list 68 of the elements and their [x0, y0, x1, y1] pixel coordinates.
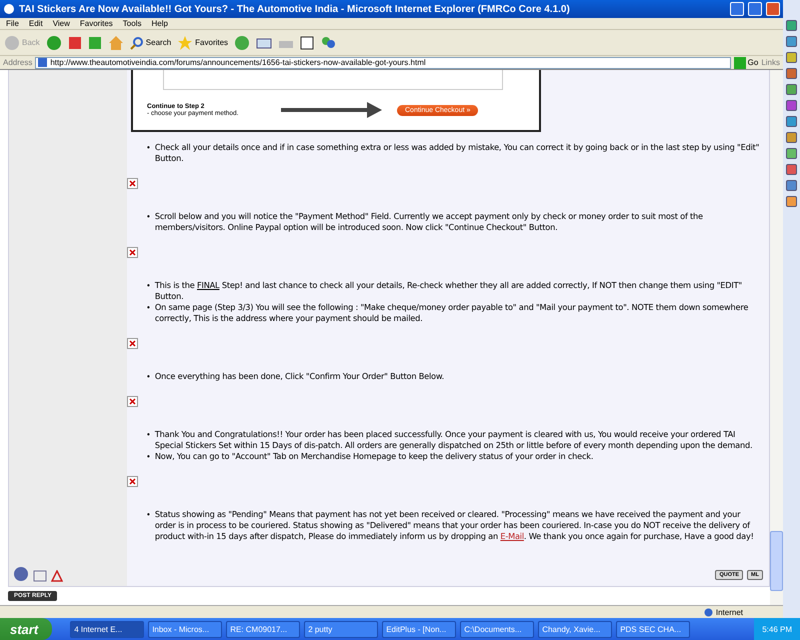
launcher-icon[interactable] — [786, 100, 797, 111]
email-link[interactable]: E-Mail — [500, 531, 524, 541]
menu-item[interactable]: View — [52, 19, 70, 28]
taskbar-button[interactable]: RE: CM09017... — [226, 620, 300, 638]
minimize-button[interactable] — [730, 2, 744, 16]
taskbar-button[interactable]: 4 Internet E... — [70, 620, 144, 638]
bullet-text: Check all your details once and if in case something extra or less was added by mistake, You can correct it by going back or in the last step by using "Edit" Button. — [154, 142, 760, 164]
bullet-text: This is the FINAL Step! and last chance to check all your details, Re-check whether they all are added correctly, If NOT then change them using "EDIT" Button. — [154, 280, 743, 302]
menu-item[interactable]: Help — [151, 19, 168, 28]
search-icon[interactable] — [130, 36, 144, 50]
maximize-button[interactable] — [748, 2, 762, 16]
bullet-marker: • — [147, 211, 150, 222]
address-label: Address — [3, 58, 32, 67]
toolbar-button[interactable]: Favorites — [177, 34, 228, 50]
menu-item[interactable]: File — [6, 19, 19, 28]
people-icon[interactable] — [320, 34, 336, 50]
menu-item[interactable]: Edit — [28, 19, 43, 28]
launcher-icon[interactable] — [786, 148, 797, 159]
close-button[interactable] — [766, 2, 780, 16]
bullet-text: Thank You and Congratulations!! Your order has been placed successfully. Once your payment is cleared with us, You would receive your ordered TAI Special Stickers Set within 15 Days of dis-patch. All orders are generally dispatched on 25th or little before of every month depending upon the demand. — [154, 429, 754, 451]
forward-icon[interactable] — [46, 34, 62, 50]
online-status-icon — [13, 566, 29, 582]
taskbar-button[interactable]: PDS SEC CHA... — [616, 620, 690, 638]
bullet-marker: • — [147, 371, 150, 382]
taskbar-button[interactable]: 2 putty — [304, 620, 378, 638]
taskbar-button[interactable]: Chandy, Xavie... — [538, 620, 612, 638]
start-button[interactable]: start — [0, 618, 52, 640]
launcher-icon[interactable] — [786, 132, 797, 143]
launcher-icon[interactable] — [786, 116, 797, 127]
links-label[interactable]: Links — [761, 58, 780, 67]
launcher-icon[interactable] — [786, 180, 797, 191]
bullet-marker: • — [147, 451, 150, 462]
launcher-icon[interactable] — [786, 84, 797, 95]
launcher-icon[interactable] — [786, 20, 797, 31]
address-field[interactable]: http://www.theautomotiveindia.com/forums/announcements/1656-tai-stickers-now-available-got-yours.html — [35, 56, 731, 68]
bullet-text: Status showing as "Pending" Means that payment has not yet been received or cleared. "Processing" means we have received the payment and your order is in process to be couriered. Status showing as "Delivered" means that your order has been couriered. In-case you do NOT receive the delivery of product with-in 15 days after dispatch, Please do immediately inform us by dropping an E-Mail. We thank you once again for purchase, Have a good day! — [154, 509, 755, 542]
bullet-marker: • — [147, 509, 150, 520]
launcher-icon[interactable] — [786, 52, 797, 63]
launcher-icon[interactable] — [786, 36, 797, 47]
page-icon — [38, 58, 48, 67]
arrow-icon — [281, 102, 383, 118]
menu-item[interactable]: Favorites — [80, 19, 113, 28]
bullet-marker: • — [147, 429, 150, 440]
warning-icon[interactable] — [51, 570, 63, 582]
zone-label: Internet — [716, 608, 743, 616]
launcher-icon[interactable] — [786, 164, 797, 175]
bullet-marker: • — [147, 302, 150, 313]
bullet-marker: • — [147, 142, 150, 153]
scroll-thumb[interactable] — [770, 531, 783, 591]
scrollbar[interactable] — [770, 70, 783, 605]
taskbar-button[interactable]: C:\Documents... — [460, 620, 534, 638]
bullet-text: Now, You can go to "Account" Tab on Merchandise Homepage to keep the delivery status of your order in check. — [154, 451, 594, 462]
toolbar-button[interactable]: Search — [130, 36, 172, 50]
bullet-text: On same page (Step 3/3) You will see the following : "Make cheque/money order payable to" and "Mail your payment to". NOTE them down somewhere correctly, This is the address where your payment should be mailed. — [154, 302, 750, 324]
bullet-text: Scroll below and you will notice the "Payment Method" Field. Currently we accept payment only by check or money order to suit most of the members/visitors. Online Paypal option will be introduced soon. Now click "Continue Checkout" Button. — [154, 211, 704, 233]
clock: 5:46 PM — [762, 624, 792, 634]
launcher-icon[interactable] — [786, 196, 797, 207]
window-title: TAI Stickers Are Now Available!! Got Yours? - The Automotive India - Microsoft Internet Explorer (FMRCo Core 4.1.0) — [19, 4, 571, 14]
launcher-icon[interactable] — [786, 68, 797, 79]
star-icon[interactable] — [177, 34, 194, 50]
globe-icon — [704, 608, 713, 616]
bullet-marker: • — [147, 280, 150, 291]
menu-item[interactable]: Tools — [122, 19, 142, 28]
bullet-text: Once everything has been done, Click "Confirm Your Order" Button Below. — [154, 371, 444, 382]
taskbar-button[interactable]: Inbox - Micros... — [148, 620, 222, 638]
go-button[interactable]: Go — [734, 56, 758, 68]
browser-icon — [3, 3, 15, 15]
taskbar-button[interactable]: EditPlus - [Non... — [382, 620, 456, 638]
